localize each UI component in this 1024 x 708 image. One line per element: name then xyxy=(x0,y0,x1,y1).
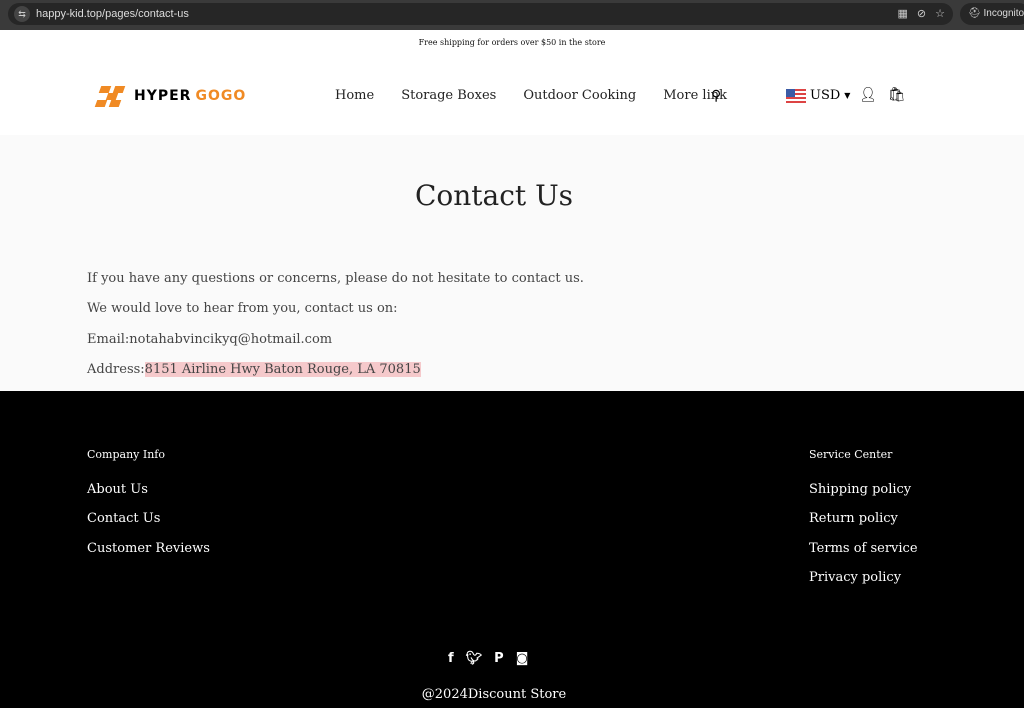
address-line: Address:8151 Airline Hwy Baton Rouge, LA… xyxy=(87,362,421,377)
currency-selector[interactable]: USD ▼ xyxy=(786,88,850,103)
cart-icon[interactable]: 🛍︎ xyxy=(888,87,906,103)
email-text: Email:notahabvincikyq@hotmail.com xyxy=(87,332,333,347)
instagram-icon[interactable]: ◙ xyxy=(516,651,529,666)
announcement-bar: Free shipping for orders over $50 in the… xyxy=(418,38,606,47)
pinterest-icon[interactable]: P xyxy=(494,651,504,666)
social-links: f 🐦︎ P ◙ xyxy=(448,651,528,666)
site-settings-icon[interactable]: ⇆ xyxy=(14,6,30,22)
intro-text: If you have any questions or concerns, p… xyxy=(87,271,584,286)
nav-outdoor-cooking[interactable]: Outdoor Cooking xyxy=(523,88,636,103)
eye-off-icon[interactable]: ⊘ xyxy=(917,3,926,25)
footer-link-terms-of-service[interactable]: Terms of service xyxy=(809,541,918,556)
footer-link-about-us[interactable]: About Us xyxy=(87,482,148,497)
address-label: Address: xyxy=(87,362,145,377)
logo-text: HYPER xyxy=(134,88,192,104)
incognito-badge[interactable]: ⛑ Incognito xyxy=(960,3,1024,25)
footer-link-privacy-policy[interactable]: Privacy policy xyxy=(809,570,901,585)
facebook-icon[interactable]: f xyxy=(448,651,454,666)
site-header: HYPER GOGO Home Storage Boxes Outdoor Coo… xyxy=(0,56,1024,135)
qr-icon[interactable]: ▦ xyxy=(898,3,908,25)
caret-down-icon: ▼ xyxy=(844,91,851,100)
twitter-icon[interactable]: 🐦︎ xyxy=(466,651,483,666)
main-nav: Home Storage Boxes Outdoor Cooking More … xyxy=(335,88,727,103)
browser-chrome: ⇆ happy-kid.top/pages/contact-us ▦ ⊘ ☆ ⛑ In… xyxy=(0,0,1024,30)
url-text: happy-kid.top/pages/contact-us xyxy=(36,8,189,20)
contact-content: Contact Us If you have any questions or … xyxy=(0,135,1024,391)
address-bar[interactable]: ⇆ happy-kid.top/pages/contact-us ▦ ⊘ ☆ xyxy=(8,3,953,25)
page-title: Contact Us xyxy=(414,179,574,212)
footer-link-contact-us[interactable]: Contact Us xyxy=(87,511,160,526)
logo[interactable]: HYPER GOGO xyxy=(94,84,246,108)
incognito-label: Incognito xyxy=(983,8,1024,19)
nav-storage-boxes[interactable]: Storage Boxes xyxy=(401,88,496,103)
footer-link-shipping-policy[interactable]: Shipping policy xyxy=(809,482,911,497)
company-info-heading: Company Info xyxy=(87,448,165,461)
logo-text-accent: GOGO xyxy=(195,88,247,104)
search-icon[interactable]: ⚲ xyxy=(711,88,721,104)
us-flag-icon xyxy=(786,88,806,103)
account-icon[interactable]: 👤︎ xyxy=(859,87,877,103)
footer-link-return-policy[interactable]: Return policy xyxy=(809,511,898,526)
copyright: @2024Discount Store xyxy=(421,687,567,702)
footer-link-customer-reviews[interactable]: Customer Reviews xyxy=(87,541,210,556)
site-footer: Company Info About Us Contact Us Custome… xyxy=(0,391,1024,708)
currency-label: USD xyxy=(810,88,841,103)
address-value: 8151 Airline Hwy Baton Rouge, LA 70815 xyxy=(144,362,421,377)
nav-home[interactable]: Home xyxy=(335,88,374,103)
contact-text: We would love to hear from you, contact … xyxy=(87,301,398,316)
logo-mark-icon xyxy=(94,84,130,108)
incognito-icon: ⛑ xyxy=(968,8,984,19)
star-icon[interactable]: ☆ xyxy=(935,3,945,25)
service-center-heading: Service Center xyxy=(809,448,893,461)
